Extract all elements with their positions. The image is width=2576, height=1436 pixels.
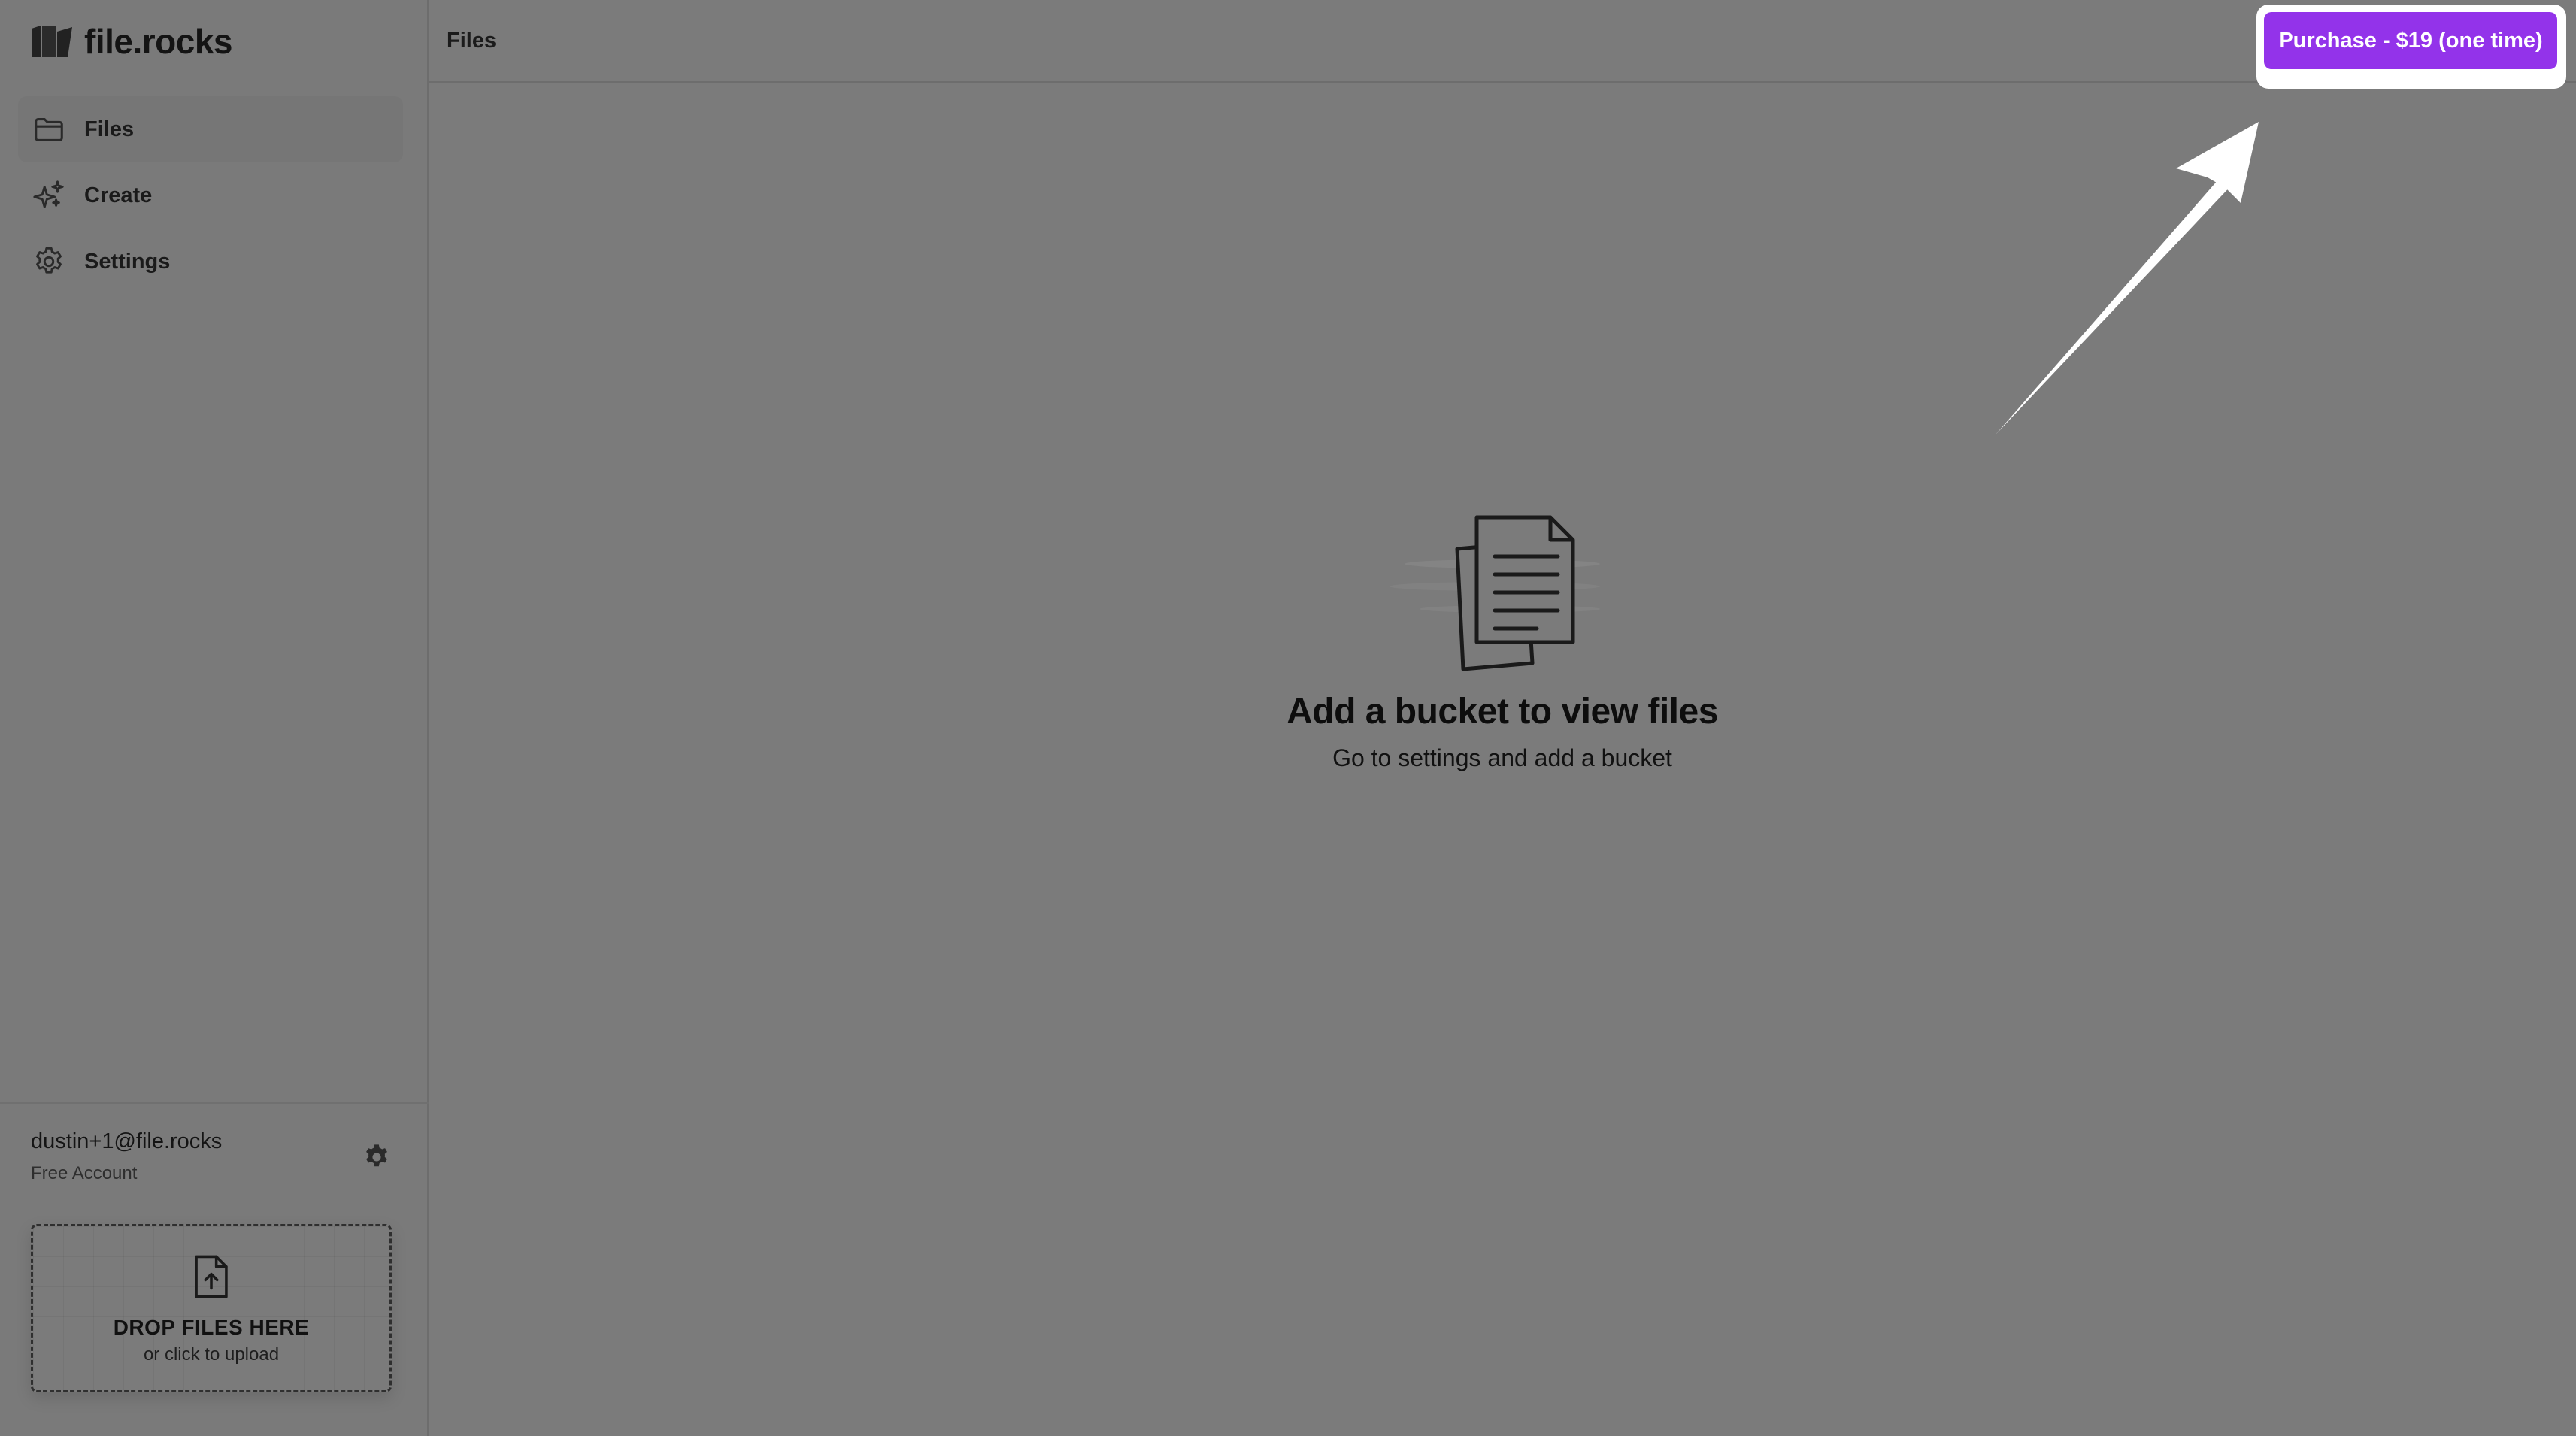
annotation-arrow bbox=[1996, 122, 2259, 435]
dropzone-subtitle: or click to upload bbox=[143, 1344, 280, 1365]
purchase-button[interactable]: Purchase - $19 (one time) bbox=[2264, 12, 2557, 69]
sidebar-nav: Files Create Settings bbox=[18, 96, 403, 295]
top-bar: Files bbox=[429, 0, 2576, 83]
breadcrumb[interactable]: Files bbox=[447, 29, 496, 53]
sparkles-icon bbox=[33, 180, 64, 208]
sidebar: file.rocks Files Create Settings dustin+… bbox=[0, 0, 429, 1436]
sidebar-item-label: Settings bbox=[84, 249, 171, 274]
file-upload-icon bbox=[195, 1255, 228, 1298]
sidebar-item-create[interactable]: Create bbox=[18, 162, 403, 229]
gear-icon[interactable] bbox=[362, 1143, 391, 1171]
file-dropzone[interactable]: DROP FILES HERE or click to upload bbox=[31, 1224, 392, 1392]
empty-state-title: Add a bucket to view files bbox=[1286, 692, 1718, 732]
sidebar-item-label: Create bbox=[84, 183, 153, 208]
app-window: file.rocks Files Create Settings dustin+… bbox=[0, 0, 2576, 1436]
documents-icon bbox=[1390, 515, 1600, 671]
dropzone-title: DROP FILES HERE bbox=[113, 1316, 310, 1339]
sidebar-item-label: Files bbox=[84, 117, 135, 141]
gear-icon bbox=[36, 247, 62, 274]
account-plan: Free Account bbox=[31, 1163, 138, 1183]
empty-state-subtitle: Go to settings and add a bucket bbox=[1332, 744, 1672, 771]
sidebar-item-files[interactable]: Files bbox=[18, 96, 403, 162]
logo-icon bbox=[32, 26, 72, 57]
app-name: file.rocks bbox=[84, 22, 233, 61]
account-panel: dustin+1@file.rocks Free Account DROP FI… bbox=[0, 1102, 429, 1436]
empty-state: Add a bucket to view files Go to setting… bbox=[429, 496, 2576, 772]
app-logo[interactable]: file.rocks bbox=[30, 20, 233, 63]
sidebar-item-settings[interactable]: Settings bbox=[18, 229, 403, 295]
account-info: dustin+1@file.rocks Free Account bbox=[31, 1129, 222, 1184]
folder-icon bbox=[35, 118, 63, 141]
purchase-highlight: Purchase - $19 (one time) bbox=[2256, 5, 2566, 89]
account-email: dustin+1@file.rocks bbox=[31, 1129, 223, 1153]
